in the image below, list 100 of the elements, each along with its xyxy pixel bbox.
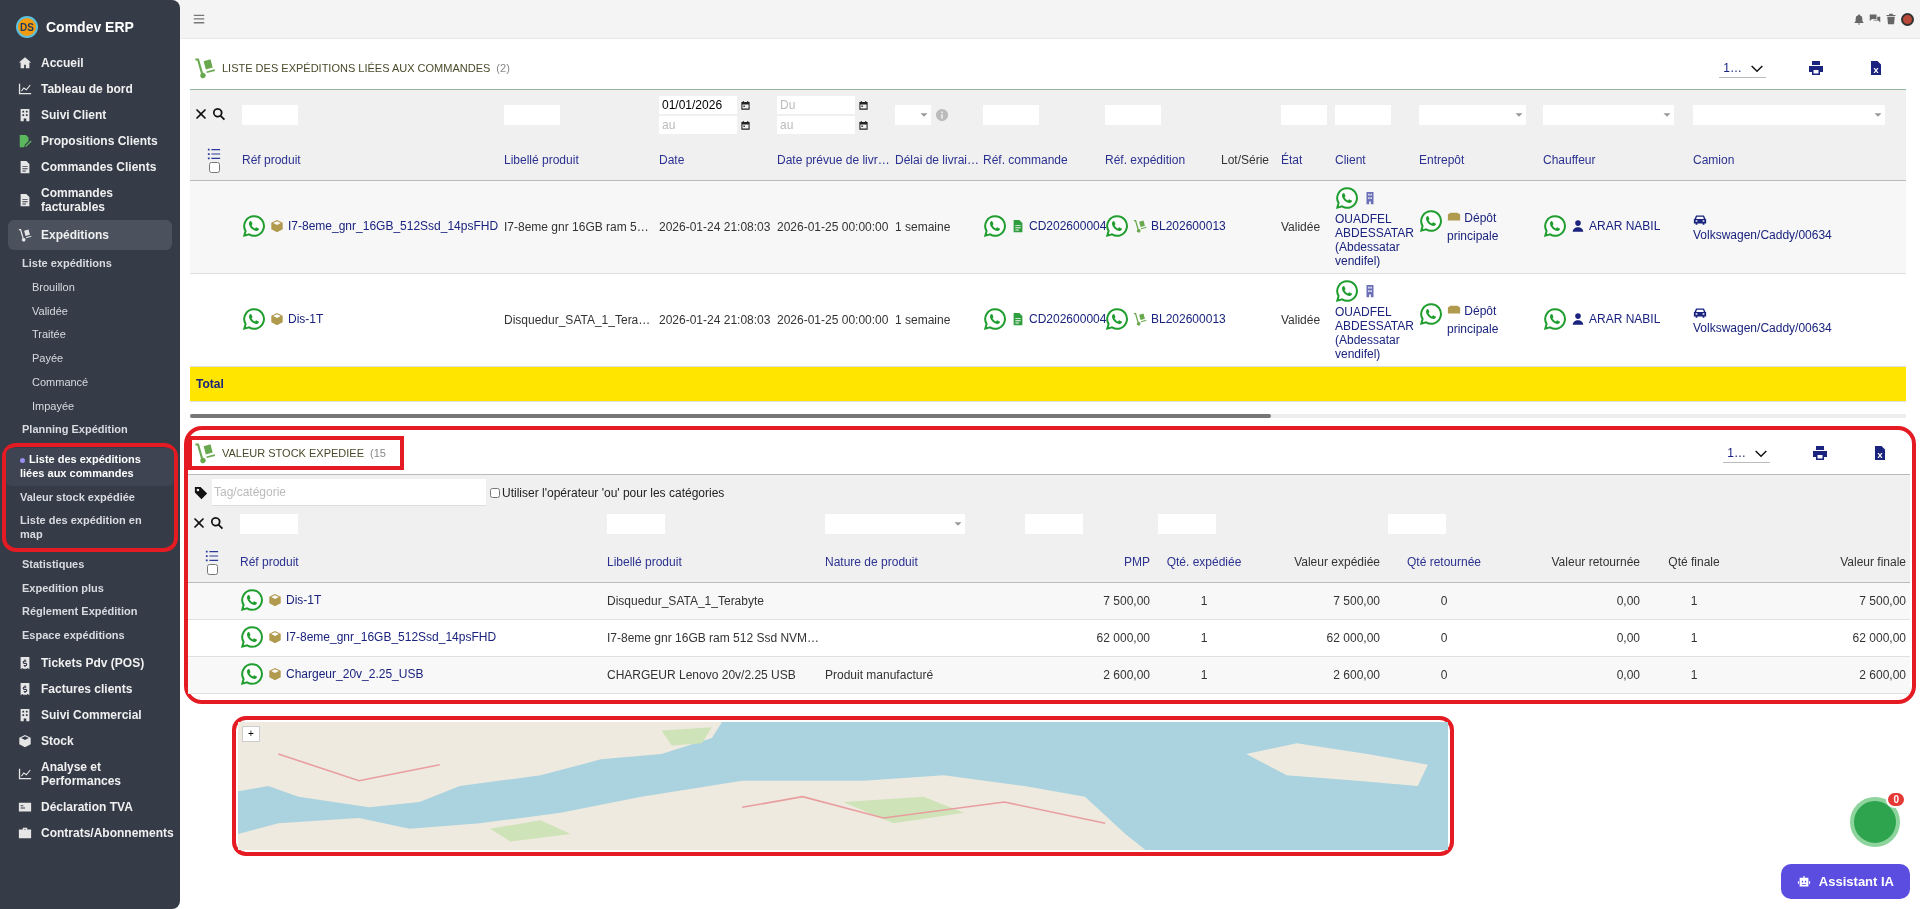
- sidebar-subitem[interactable]: Payée: [8, 347, 172, 371]
- driver-link[interactable]: ARAR NABIL: [1589, 311, 1661, 326]
- select-all-checkbox[interactable]: [208, 162, 220, 173]
- column-header[interactable]: Chauffeur: [1543, 153, 1596, 167]
- column-header[interactable]: Réf produit: [242, 153, 301, 167]
- warehouse-link[interactable]: Dépôt principale: [1447, 302, 1535, 338]
- record-count: (15: [370, 447, 386, 459]
- phone-bubble-icon[interactable]: [1419, 302, 1443, 326]
- phone-bubble-icon[interactable]: [1335, 279, 1359, 303]
- checkbox-label: Utiliser l'opérateur 'ou' pour les catégories: [502, 485, 725, 500]
- sidebar-subitem[interactable]: Expedition plus: [8, 576, 172, 601]
- date-field[interactable]: 01/01/2026: [659, 96, 737, 114]
- date-field[interactable]: au: [777, 116, 855, 134]
- page-size-select[interactable]: 1…: [1723, 443, 1770, 463]
- phone-bubble-icon[interactable]: [1543, 306, 1567, 331]
- sidebar-subitem[interactable]: Valeur stock expédiée: [6, 485, 174, 510]
- client-link[interactable]: OUADFEL ABDESSATAR (Abdessatar vendifel): [1335, 305, 1414, 361]
- phone-bubble-icon[interactable]: [1419, 209, 1443, 233]
- warehouse-link[interactable]: Dépôt principale: [1447, 209, 1535, 245]
- sidebar-subitem[interactable]: Planning Expédition: [8, 418, 172, 442]
- phone-bubble-icon[interactable]: [1105, 306, 1129, 331]
- scrollbar-thumb[interactable]: [190, 414, 1272, 418]
- sidebar-item[interactable]: Déclaration TVA: [8, 793, 172, 820]
- driver-link[interactable]: ARAR NABIL: [1589, 218, 1661, 233]
- order-link[interactable]: CD202600004: [1029, 311, 1107, 326]
- phone-bubble-icon[interactable]: [1105, 213, 1129, 238]
- date-field[interactable]: au: [659, 116, 737, 134]
- column-header[interactable]: Camion: [1693, 153, 1735, 167]
- product-link[interactable]: I7-8eme_gnr_16GB_512Ssd_14psFHD: [288, 218, 499, 233]
- truck-link[interactable]: Volkswagen/Caddy/00634: [1693, 321, 1832, 335]
- column-header[interactable]: PMP: [1124, 555, 1150, 569]
- sidebar-item[interactable]: Accueil: [8, 50, 172, 76]
- sidebar-subitem[interactable]: Liste des expéditions liées aux commandes: [6, 448, 174, 486]
- column-header[interactable]: Entrepôt: [1419, 153, 1465, 167]
- table-cell: 1: [1200, 668, 1208, 682]
- phone-bubble-icon[interactable]: [983, 306, 1007, 331]
- sidebar-item[interactable]: Stock: [8, 727, 172, 754]
- sidebar-item[interactable]: Contrats/Abonnements: [8, 819, 172, 846]
- truck-link[interactable]: Volkswagen/Caddy/00634: [1693, 228, 1832, 242]
- avatar-icon[interactable]: [1901, 12, 1914, 26]
- phone-bubble-icon[interactable]: [240, 624, 264, 649]
- phone-bubble-icon[interactable]: [240, 587, 264, 612]
- phone-bubble-icon[interactable]: [1543, 213, 1567, 238]
- product-link[interactable]: Dis-1T: [288, 311, 324, 326]
- sidebar-item[interactable]: Analyse et Performances: [8, 753, 172, 794]
- phone-bubble-icon[interactable]: [240, 661, 264, 686]
- product-link[interactable]: Dis-1T: [286, 592, 322, 607]
- select-all-checkbox[interactable]: [206, 564, 218, 575]
- date-field[interactable]: Du: [777, 96, 855, 114]
- sidebar-subitem[interactable]: Validée: [8, 299, 172, 324]
- sidebar-item[interactable]: Factures clients: [8, 675, 172, 702]
- sidebar-subitem[interactable]: Réglement Expédition: [8, 600, 172, 624]
- phone-bubble-icon[interactable]: [242, 306, 266, 331]
- product-link[interactable]: I7-8eme_gnr_16GB_512Ssd_14psFHD: [286, 629, 497, 644]
- sidebar-subitem[interactable]: Liste expéditions: [8, 252, 172, 276]
- column-header[interactable]: Nature de produit: [825, 555, 918, 569]
- sidebar-subitem[interactable]: Espace expéditions: [8, 624, 172, 648]
- table-cell: 7 500,00: [1333, 594, 1380, 608]
- print-button[interactable]: [1806, 58, 1826, 78]
- column-header[interactable]: Libellé produit: [607, 555, 682, 569]
- column-header[interactable]: Date: [659, 153, 685, 167]
- sidebar-item[interactable]: Suivi Client: [8, 102, 172, 128]
- sidebar-subitem[interactable]: Brouillon: [8, 275, 172, 300]
- print-button[interactable]: [1810, 443, 1830, 463]
- sidebar-subitem[interactable]: Traitée: [8, 323, 172, 347]
- column-header[interactable]: Réf produit: [240, 555, 299, 569]
- section-title: LISTE DES EXPÉDITIONS LIÉES AUX COMMANDES: [222, 62, 491, 74]
- sidebar-item[interactable]: Expéditions: [8, 220, 172, 250]
- sidebar-item[interactable]: Propositions Clients: [8, 128, 172, 154]
- shipment-link[interactable]: BL202600013: [1151, 311, 1226, 326]
- sidebar-item[interactable]: Suivi Commercial: [8, 701, 172, 728]
- phone-bubble-icon[interactable]: [1335, 186, 1359, 210]
- sidebar-subitem[interactable]: Liste des expédition en map: [6, 509, 174, 547]
- sidebar-subitem[interactable]: Commancé: [8, 370, 172, 395]
- menu-icon: [192, 12, 206, 26]
- sidebar-item[interactable]: Tickets Pdv (POS): [8, 649, 172, 676]
- page-size-select[interactable]: 1…: [1719, 58, 1766, 78]
- phone-bubble-icon[interactable]: [242, 213, 266, 238]
- sidebar-item[interactable]: Commandes Clients: [8, 154, 172, 180]
- product-link[interactable]: Chargeur_20v_2.25_USB: [286, 666, 424, 681]
- column-header[interactable]: Libellé produit: [504, 153, 579, 167]
- order-link[interactable]: CD202600004: [1029, 218, 1107, 233]
- assistant-button[interactable]: Assistant IA: [1780, 864, 1910, 899]
- table-cell: I7-8eme gnr 16GB ram 5…: [504, 220, 649, 234]
- table-cell: I7-8eme gnr 16GB ram 512 Ssd NVM…: [607, 631, 820, 645]
- zoom-in-button[interactable]: +: [242, 726, 260, 742]
- phone-bubble-icon[interactable]: [983, 213, 1007, 238]
- sidebar-item[interactable]: Tableau de bord: [8, 76, 172, 102]
- column-header[interactable]: Client: [1335, 153, 1366, 167]
- table-cell: 0,00: [1616, 631, 1640, 645]
- sidebar-item[interactable]: Commandes facturables: [8, 180, 172, 220]
- shipment-link[interactable]: BL202600013: [1151, 218, 1226, 233]
- tag-field[interactable]: Tag/catégorie: [212, 479, 486, 506]
- app-logo: DS: [16, 16, 38, 38]
- table-cell: 0,00: [1616, 594, 1640, 608]
- sidebar-subitem[interactable]: Impayée: [8, 394, 172, 419]
- or-operator-checkbox[interactable]: [490, 487, 500, 498]
- sidebar-subitem[interactable]: Statistiques: [8, 552, 172, 577]
- client-link[interactable]: OUADFEL ABDESSATAR (Abdessatar vendifel): [1335, 212, 1414, 268]
- column-header[interactable]: État: [1281, 153, 1303, 167]
